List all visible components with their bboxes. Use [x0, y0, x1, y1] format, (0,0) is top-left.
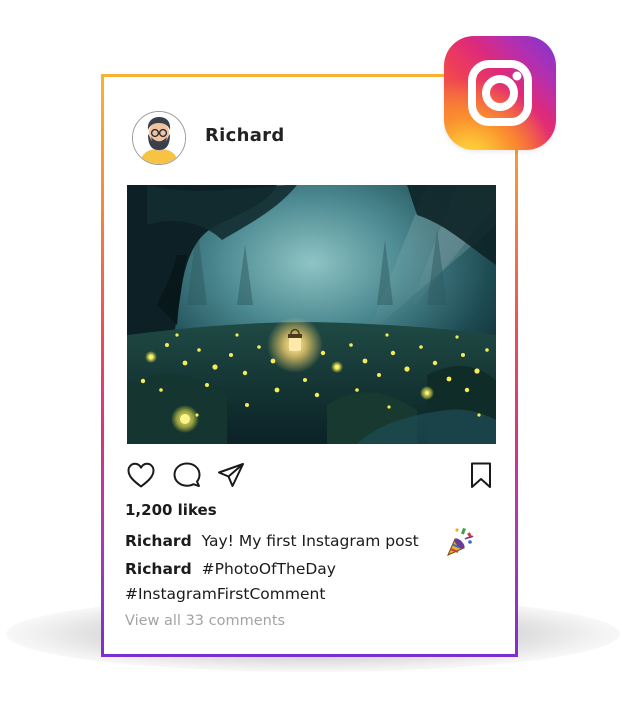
avatar[interactable] — [132, 111, 186, 165]
caption-username[interactable]: Richard — [125, 532, 192, 550]
send-paper-plane-icon[interactable] — [216, 461, 246, 489]
party-popper-icon — [442, 525, 476, 559]
caption: Richard Yay! My first Instagram post — [125, 532, 419, 550]
likes-count[interactable]: 1,200 likes — [125, 501, 217, 519]
instagram-logo-icon — [444, 36, 556, 150]
post-card-frame: Richard 1,200 likes Richard Yay! My firs… — [101, 74, 518, 657]
hashtag-photooftheday[interactable]: #PhotoOfTheDay — [202, 560, 336, 578]
comment-bubble-icon[interactable] — [172, 461, 202, 489]
comment: Richard #PhotoOfTheDay — [125, 560, 336, 578]
bookmark-icon[interactable] — [469, 461, 493, 489]
hashtag-instagramfirstcomment[interactable]: #InstagramFirstComment — [125, 585, 325, 603]
avatar-illustration — [133, 112, 185, 164]
post-card: Richard 1,200 likes Richard Yay! My firs… — [104, 77, 515, 654]
post-mockup: Richard 1,200 likes Richard Yay! My firs… — [0, 0, 626, 704]
heart-icon[interactable] — [126, 461, 156, 489]
forest-fireflies-image — [127, 185, 496, 444]
comment-username[interactable]: Richard — [125, 560, 192, 578]
post-username[interactable]: Richard — [205, 125, 285, 146]
post-photo[interactable] — [127, 185, 496, 444]
caption-text: Yay! My first Instagram post — [201, 532, 419, 550]
view-all-comments-link[interactable]: View all 33 comments — [125, 613, 285, 629]
